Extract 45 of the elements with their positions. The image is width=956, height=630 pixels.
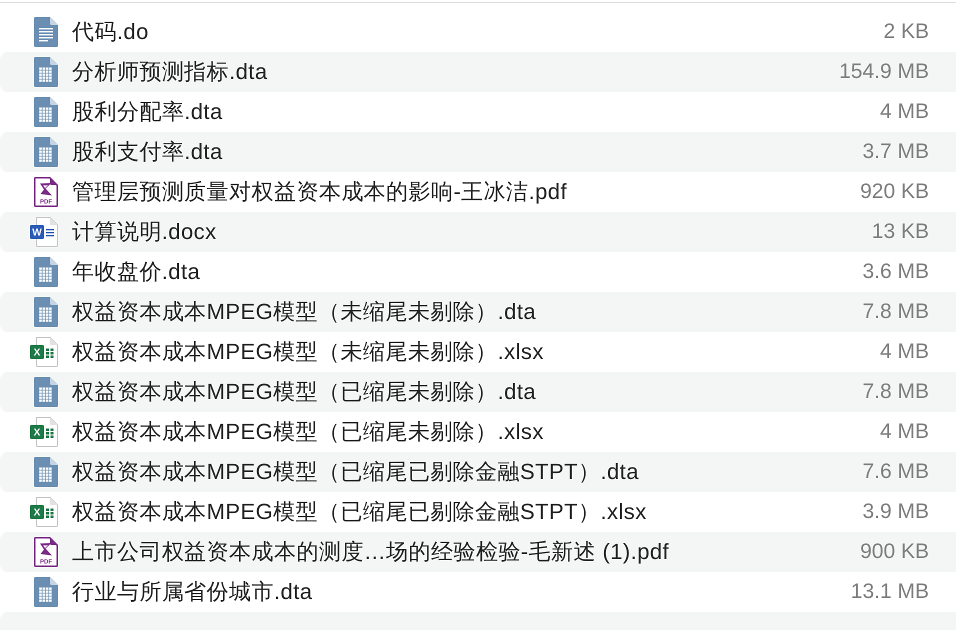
file-name: 权益资本成本MPEG模型（已缩尾未剔除）.dta [72,379,536,405]
file-name: 权益资本成本MPEG模型（已缩尾已剔除金融STPT）.dta [72,459,639,485]
file-name: 代码.do [72,19,149,45]
file-name: 计算说明.docx [72,219,217,245]
file-name: 股利分配率.dta [72,99,223,125]
file-size: 920 KB [860,179,929,205]
file-name: 分析师预测指标.dta [72,59,268,85]
spreadsheet-file-icon [34,377,58,407]
file-name: 行业与所属省份城市.dta [72,579,312,605]
text-file-icon [34,17,58,47]
file-size: 13 KB [872,219,929,245]
file-size: 154.9 MB [839,59,929,85]
file-name: 权益资本成本MPEG模型（已缩尾未剔除）.xlsx [72,419,544,445]
file-size: 4 MB [880,419,929,445]
file-name: 权益资本成本MPEG模型（未缩尾未剔除）.xlsx [72,339,544,365]
file-name: 权益资本成本MPEG模型（未缩尾未剔除）.dta [72,299,536,325]
file-name: 权益资本成本MPEG模型（已缩尾已剔除金融STPT）.xlsx [72,499,647,525]
file-size: 7.8 MB [862,299,929,325]
file-size: 7.8 MB [862,379,929,405]
spreadsheet-file-icon [34,57,58,87]
spreadsheet-file-icon [34,457,58,487]
spreadsheet-file-icon [34,97,58,127]
file-row[interactable]: 分析师预测指标.dta 154.9 MB [0,52,956,92]
file-name: 股利支付率.dta [72,139,223,165]
file-size: 3.7 MB [862,139,929,165]
spreadsheet-file-icon [34,137,58,167]
file-name: 年收盘价.dta [72,259,200,285]
file-size: 900 KB [860,539,929,565]
file-name: 上市公司权益资本成本的测度…场的经验检验-毛新述 (1).pdf [72,539,670,565]
file-size: 4 MB [880,339,929,365]
spreadsheet-file-icon [34,257,58,287]
file-size: 3.6 MB [862,259,929,285]
file-row[interactable]: 权益资本成本MPEG模型（已缩尾未剔除）.dta 7.8 MB [0,372,956,412]
file-row[interactable]: 权益资本成本MPEG模型（已缩尾已剔除金融STPT）.dta 7.6 MB [0,452,956,492]
file-name: 管理层预测质量对权益资本成本的影响-王冰洁.pdf [72,179,568,205]
file-row[interactable]: W 计算说明.docx 13 KB [0,212,956,252]
file-size: 7.6 MB [862,459,929,485]
file-size: 13.1 MB [850,579,929,605]
file-size: 3.9 MB [862,499,929,525]
file-size: 4 MB [880,99,929,125]
file-row[interactable]: 权益资本成本MPEG模型（未缩尾未剔除）.dta 7.8 MB [0,292,956,332]
file-size: 2 KB [883,19,929,45]
file-row[interactable]: 股利支付率.dta 3.7 MB [0,132,956,172]
spreadsheet-file-icon [34,577,58,607]
spreadsheet-file-icon [34,297,58,327]
